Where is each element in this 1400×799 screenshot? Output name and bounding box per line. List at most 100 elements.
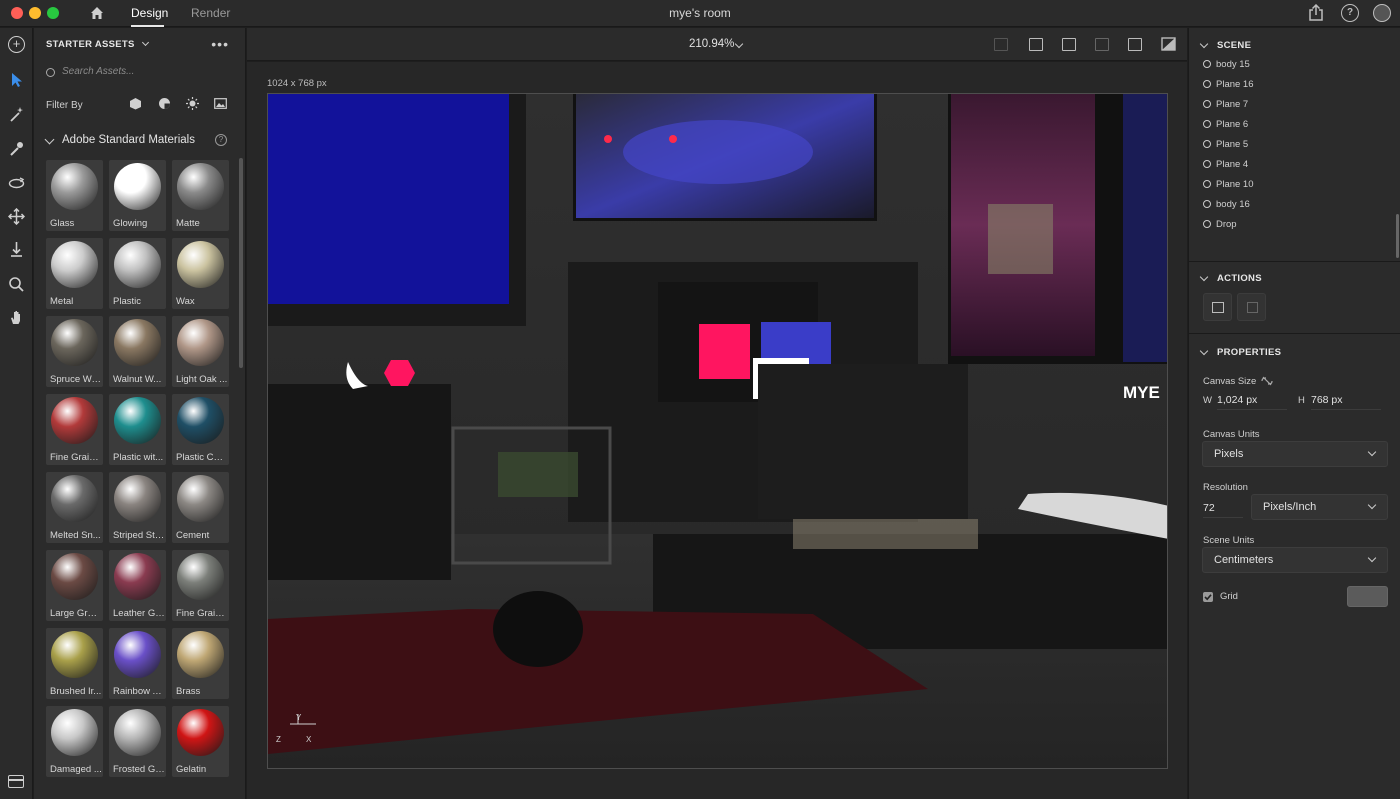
material-card[interactable]: Glowing [109,160,166,231]
scene-item[interactable]: body 16 [1203,199,1250,210]
help-circle-icon[interactable]: ? [215,134,227,146]
material-label: Plastic [113,296,141,307]
material-card[interactable]: Brushed Ir... [46,628,103,699]
material-card[interactable]: Plastic wit... [109,394,166,465]
material-card[interactable]: Matte [172,160,229,231]
camera-add-icon[interactable] [1095,38,1109,51]
magic-wand-icon[interactable] [8,106,25,123]
material-label: Striped Sto... [113,530,165,541]
material-swatch [51,553,98,600]
camera-fit-icon[interactable] [1029,38,1043,51]
material-card[interactable]: Damaged ... [46,706,103,777]
add-icon[interactable]: + [8,36,25,53]
material-card[interactable]: Rainbow A... [109,628,166,699]
material-card[interactable]: Spruce Wo... [46,316,103,387]
material-card[interactable]: Fine Grain... [172,550,229,621]
material-swatch [114,709,161,756]
materials-icon[interactable] [158,97,171,110]
chevron-down-icon[interactable] [734,39,744,49]
resolution-unit-select[interactable]: Pixels/Inch [1251,494,1388,520]
scene-item[interactable]: Drop [1203,219,1237,230]
material-card[interactable]: Brass [172,628,229,699]
pan-move-icon[interactable] [8,208,25,225]
scene-item[interactable]: body 15 [1203,59,1250,70]
viewport[interactable]: 1024 x 768 px MYE Y X Z [247,62,1187,799]
properties-section[interactable]: PROPERTIES [1201,347,1281,358]
models-icon[interactable] [129,97,142,110]
scene-item[interactable]: Plane 7 [1203,99,1248,110]
fit-to-canvas-button[interactable] [1203,293,1232,321]
materials-section-title[interactable]: Adobe Standard Materials [46,134,195,146]
material-card[interactable]: Plastic [109,238,166,309]
grid-checkbox[interactable] [1203,592,1213,602]
zoom-level[interactable]: 210.94% [689,38,734,50]
help-icon[interactable]: ? [1341,4,1359,22]
material-card[interactable]: Cement [172,472,229,543]
more-options-icon[interactable]: ••• [211,36,229,52]
material-card[interactable]: Leather Gr... [109,550,166,621]
width-input[interactable]: 1,024 px [1217,394,1287,410]
material-card[interactable]: Light Oak ... [172,316,229,387]
remove-background-button[interactable] [1237,293,1266,321]
material-card[interactable]: Metal [46,238,103,309]
material-card[interactable]: Walnut W... [109,316,166,387]
scene-canvas[interactable]: MYE Y X Z [267,93,1168,769]
camera-export-icon[interactable] [1128,38,1142,51]
material-label: Matte [176,218,200,229]
material-card[interactable]: Fine Grain... [46,394,103,465]
material-card[interactable]: Melted Sn... [46,472,103,543]
object-icon [1203,200,1211,208]
filter-label: Filter By [46,100,83,111]
material-label: Glowing [113,218,148,229]
scene-item[interactable]: Plane 5 [1203,139,1248,150]
material-card[interactable]: Plastic Can... [172,394,229,465]
select-icon[interactable] [8,71,25,88]
height-input[interactable]: 768 px [1311,394,1381,410]
scene-units-select[interactable]: Centimeters [1202,547,1388,573]
material-label: Fine Grain... [176,608,228,619]
user-icon[interactable] [1373,4,1391,22]
material-card[interactable]: Wax [172,238,229,309]
scene-item[interactable]: Plane 10 [1203,179,1254,190]
material-card[interactable]: Large Grai... [46,550,103,621]
frame-icon[interactable] [994,38,1008,51]
assets-dropdown[interactable]: STARTER ASSETS [46,38,149,50]
unlink-icon[interactable] [1261,376,1273,386]
material-label: Fine Grain... [50,452,102,463]
drop-to-ground-icon[interactable] [8,241,25,258]
material-swatch [114,319,161,366]
search-input[interactable] [62,66,222,77]
images-icon[interactable] [214,97,227,110]
hand-icon[interactable] [8,309,25,326]
material-label: Melted Sn... [50,530,101,541]
actions-section[interactable]: ACTIONS [1201,273,1262,284]
scene-item[interactable]: Plane 16 [1203,79,1254,90]
camera-bookmark-icon[interactable] [1062,38,1076,51]
zoom-icon[interactable] [8,276,25,293]
eyedropper-icon[interactable] [8,140,25,157]
search-field[interactable] [46,66,226,83]
resolution-input[interactable]: 72 [1203,502,1243,518]
material-card[interactable]: Striped Sto... [109,472,166,543]
actions-header: ACTIONS [1217,273,1262,284]
scene-units-label: Scene Units [1203,535,1255,546]
material-label: Plastic wit... [113,452,164,463]
share-icon[interactable] [1308,4,1324,21]
scene-section[interactable]: SCENE [1201,40,1251,51]
material-card[interactable]: Gelatin [172,706,229,777]
libraries-icon[interactable] [8,775,24,788]
orbit-icon[interactable] [8,175,25,192]
scene-item[interactable]: Plane 6 [1203,119,1248,130]
preview-icon[interactable] [1161,37,1176,51]
chevron-down-icon [1367,447,1377,457]
material-card[interactable]: Glass [46,160,103,231]
scene-item[interactable]: Plane 4 [1203,159,1248,170]
lights-icon[interactable] [186,97,199,110]
scene-scrollbar[interactable] [1396,214,1399,258]
grid-color-swatch[interactable] [1347,586,1388,607]
material-card[interactable]: Frosted Gl... [109,706,166,777]
assets-scrollbar[interactable] [239,158,243,368]
active-tab-indicator [131,25,164,27]
material-label: Frosted Gl... [113,764,165,775]
canvas-units-select[interactable]: Pixels [1202,441,1388,467]
